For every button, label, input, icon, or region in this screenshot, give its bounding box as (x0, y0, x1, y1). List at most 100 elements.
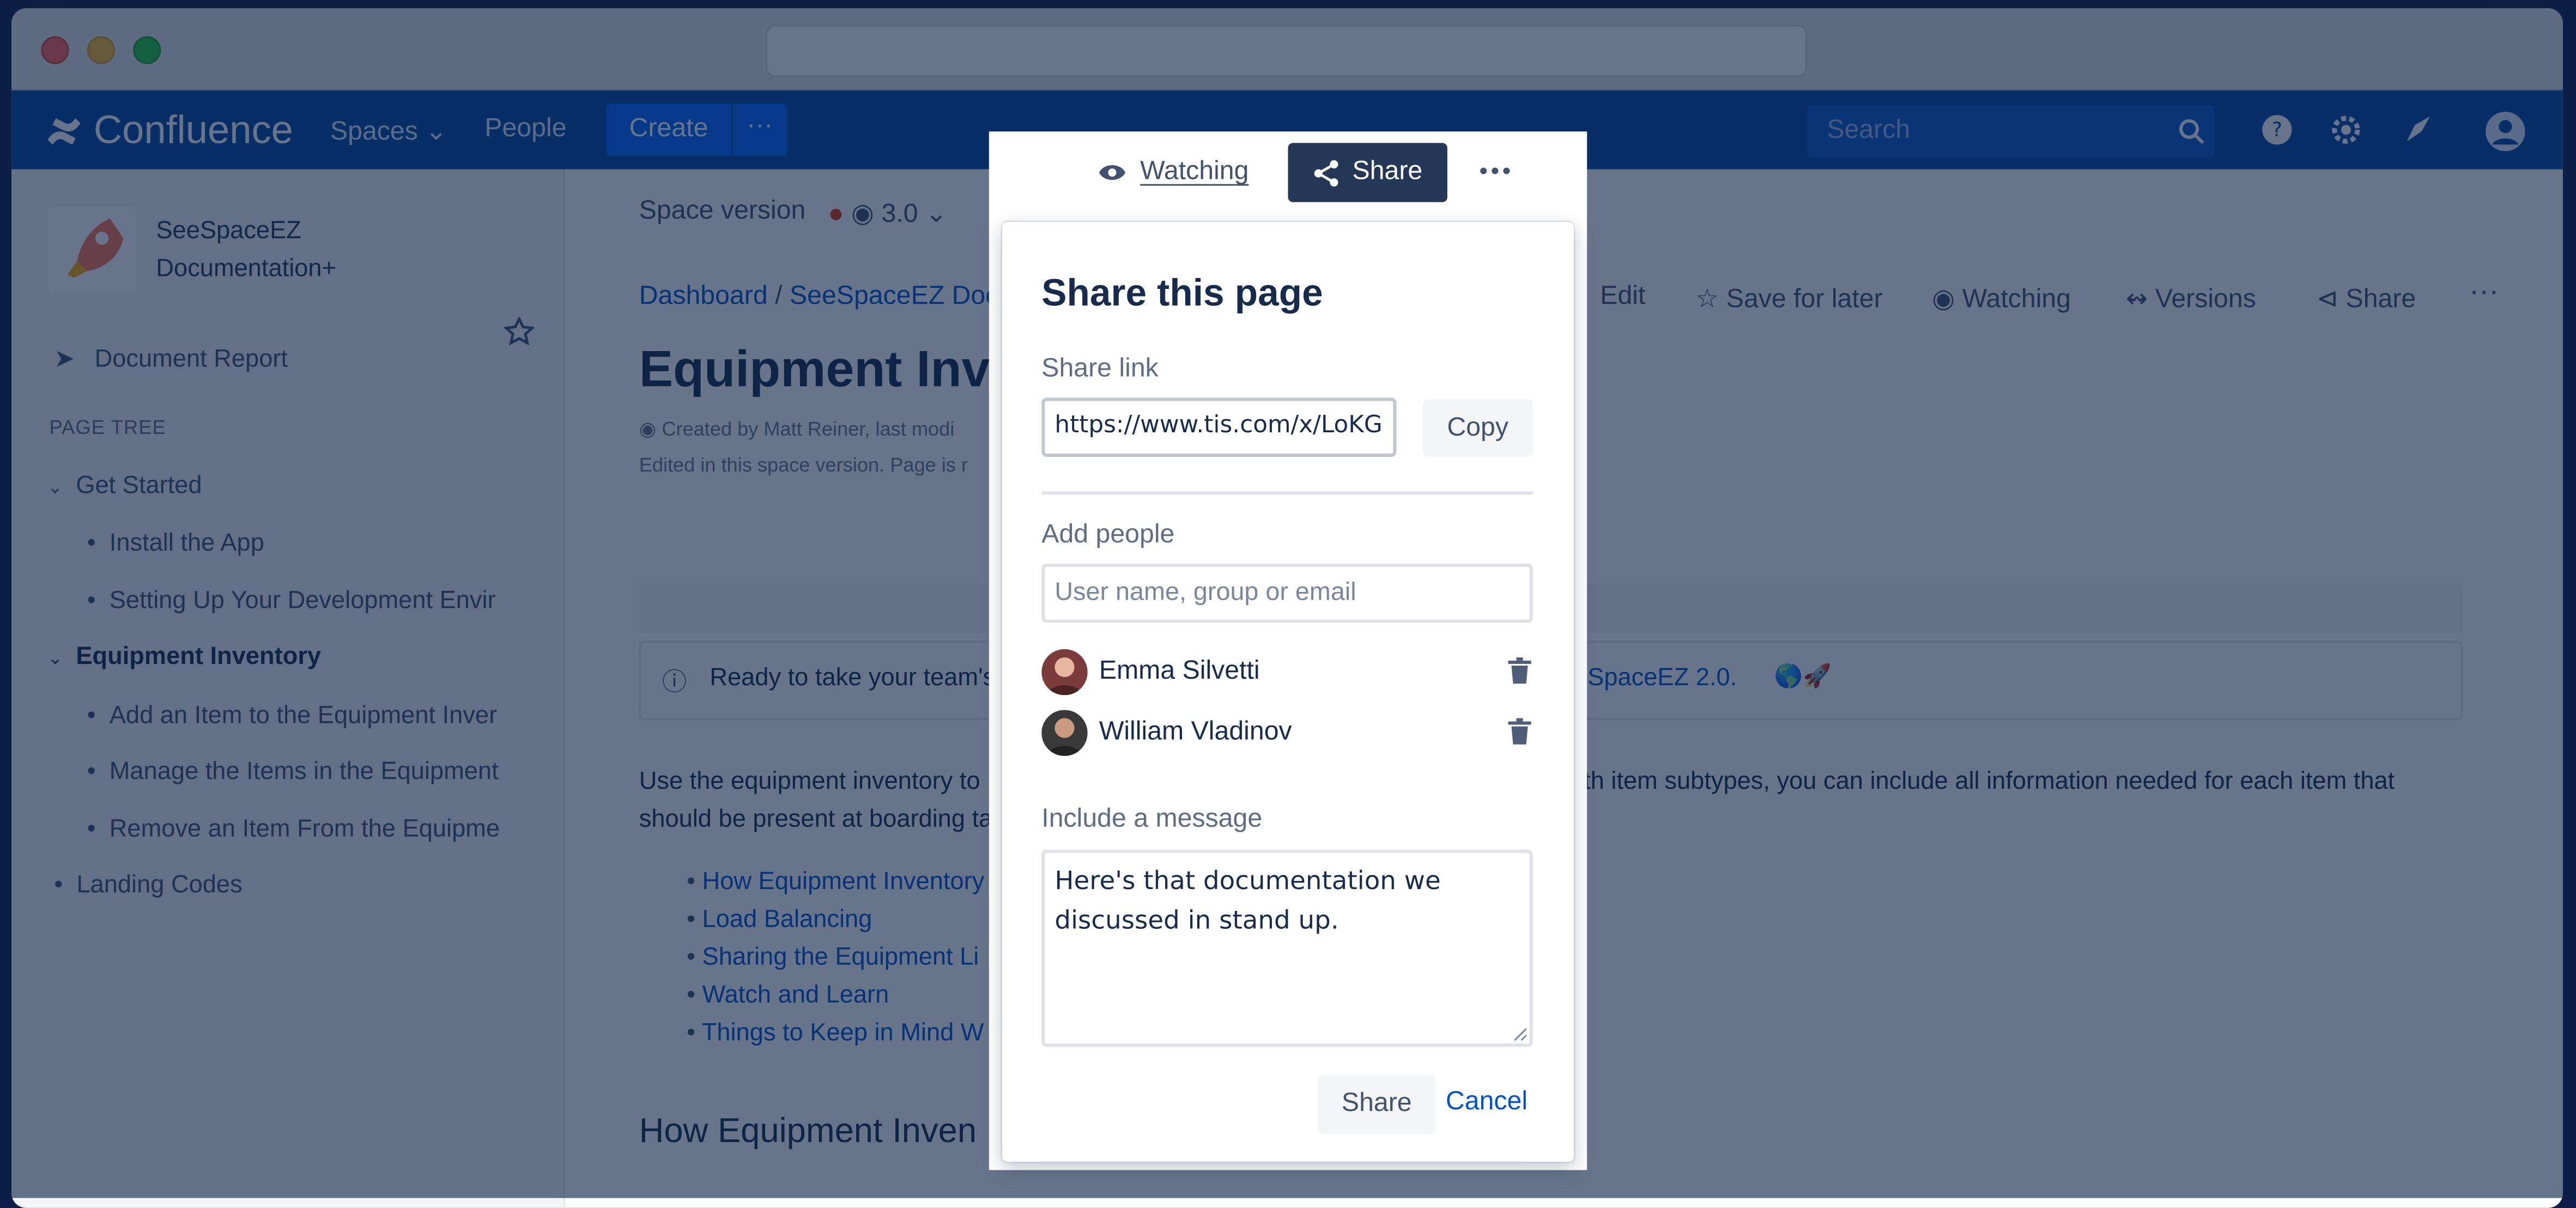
more-actions-button[interactable]: ··· (2469, 274, 2499, 309)
share-submit-button[interactable]: Share (1317, 1074, 1436, 1134)
versions-button[interactable]: ↭ Versions (2126, 283, 2256, 316)
space-title-line1: SeeSpaceEZ (156, 216, 301, 245)
toc-item[interactable]: • How Equipment Inventory (687, 863, 984, 901)
trash-icon[interactable] (1506, 656, 1532, 685)
add-people-input[interactable]: User name, group or email (1041, 564, 1533, 623)
toc-link: Load Balancing (702, 905, 872, 934)
resize-handle-icon[interactable] (1513, 1027, 1528, 1042)
toc-item[interactable]: • Sharing the Equipment Li (687, 938, 984, 976)
share-toggle-button[interactable]: Share (1288, 143, 1447, 202)
tree-item-label: Landing Codes (76, 871, 243, 899)
space-title[interactable]: SeeSpaceEZ Documentation+ (156, 212, 336, 288)
banner-link[interactable]: eSpaceEZ 2.0. (1574, 664, 1737, 692)
chevron-down-icon: ⌄ (47, 649, 63, 669)
tree-item-manage-items[interactable]: • Manage the Items in the Equipment (87, 758, 531, 786)
save-for-later-button[interactable]: ☆ Save for later (1695, 283, 1883, 316)
breadcrumb-dashboard[interactable]: Dashboard (639, 283, 768, 311)
space-logo[interactable] (47, 205, 137, 294)
banner-text: Ready to take your team's (710, 663, 996, 692)
versions-label: Versions (2155, 286, 2256, 314)
versions-icon: ↭ (2125, 286, 2148, 314)
tree-item-setting-up[interactable]: • Setting Up Your Development Envir (87, 587, 531, 614)
document-report-label: Document Report (94, 345, 288, 373)
star-icon[interactable] (504, 317, 534, 347)
watching-page-button[interactable]: ◉ Watching (1932, 283, 2071, 316)
create-button[interactable]: Create ··· (606, 103, 787, 156)
share-link-field[interactable]: https://www.tis.com/x/LoKG (1041, 397, 1397, 457)
cancel-button[interactable]: Cancel (1446, 1088, 1528, 1118)
share-icon (1314, 159, 1338, 186)
document-report-link[interactable]: ➤ Document Report (54, 343, 288, 373)
watching-label: Watching (1140, 158, 1249, 186)
minimize-window-button[interactable] (87, 36, 116, 64)
gear-icon[interactable] (2328, 112, 2364, 148)
avatar (1041, 710, 1088, 756)
star-icon: ☆ (1695, 286, 1719, 314)
menu-icon[interactable] (2499, 202, 2522, 222)
address-bar[interactable] (765, 25, 1808, 77)
space-version-selector[interactable]: ● ◉ 3.0 ⌄ (828, 197, 947, 230)
tree-item-label: Get Started (76, 472, 202, 500)
tree-item-label: Setting Up Your Development Envir (109, 587, 496, 615)
share-link-value: https://www.tis.com/x/LoKG (1054, 412, 1383, 439)
space-version-label: Space version (639, 197, 806, 226)
chevron-down-icon: ⌄ (425, 118, 447, 147)
tree-item-label: Remove an Item From the Equipme (109, 815, 500, 843)
tree-item-get-started[interactable]: ⌄ Get Started (47, 472, 202, 499)
section-heading: How Equipment Inven (639, 1112, 977, 1151)
rocket-icon (67, 218, 124, 278)
share-dialog-title: Share this page (1041, 271, 1323, 314)
message-textarea[interactable]: Here's that documentation we discussed i… (1041, 849, 1533, 1047)
view-icon: ◉ (639, 417, 657, 440)
help-icon[interactable]: ? (2259, 112, 2295, 148)
trash-icon[interactable] (1506, 716, 1532, 746)
share-popup: Watching Share Share this page Share lin… (989, 131, 1587, 1170)
spaces-label: Spaces (330, 118, 418, 147)
watching-button[interactable]: Watching (1088, 144, 1259, 200)
toc-item[interactable]: • Watch and Learn (687, 976, 984, 1014)
svg-text:?: ? (2272, 118, 2282, 141)
search-placeholder: Search (1827, 117, 1911, 145)
invited-person: William Vladinov (1041, 710, 1532, 759)
confluence-logo[interactable]: Confluence (44, 108, 293, 154)
eye-icon: ◉ (851, 200, 875, 229)
tree-item-equipment-inventory[interactable]: ⌄ Equipment Inventory (47, 643, 321, 671)
spaces-menu[interactable]: Spaces ⌄ (330, 115, 447, 148)
report-icon: ➤ (54, 345, 75, 373)
tree-item-label: Add an Item to the Equipment Inver (109, 702, 498, 730)
toc-link: Watch and Learn (702, 981, 889, 1010)
more-options-button[interactable] (1475, 151, 1514, 190)
share-link-label: Share link (1041, 355, 1159, 383)
profile-avatar-icon[interactable] (2486, 111, 2525, 152)
toc-item[interactable]: • Things to Keep in Mind W (687, 1014, 984, 1052)
edit-button[interactable]: Edit (1600, 283, 1645, 312)
notifications-icon[interactable] (2400, 112, 2436, 148)
people-link[interactable]: People (484, 115, 566, 144)
tree-item-add-item[interactable]: • Add an Item to the Equipment Inver (87, 702, 531, 729)
add-people-placeholder: User name, group or email (1054, 578, 1356, 607)
create-more-button[interactable]: ··· (731, 103, 787, 156)
tree-item-label: Equipment Inventory (76, 642, 322, 671)
info-icon: ⓘ (662, 668, 687, 697)
tree-item-label: Install the App (109, 529, 264, 557)
toc-link: Things to Keep in Mind W (701, 1019, 984, 1047)
space-version-value: 3.0 (881, 200, 918, 229)
copy-link-button[interactable]: Copy (1422, 399, 1533, 457)
body-text-end: th item subtypes, you can include all in… (1584, 767, 2395, 796)
close-window-button[interactable] (41, 36, 69, 64)
tree-item-remove-item[interactable]: • Remove an Item From the Equipme (87, 815, 531, 843)
breadcrumb-space[interactable]: SeeSpaceEZ Docu (790, 283, 1013, 311)
zoom-window-button[interactable] (133, 36, 161, 64)
create-label: Create (629, 115, 708, 143)
page-tree-heading: PAGE TREE (49, 415, 167, 439)
tree-item-install-app[interactable]: • Install the App (87, 529, 264, 557)
eye-icon: ◉ (1932, 286, 1955, 314)
page-share-button[interactable]: ⊲ Share (2317, 283, 2416, 316)
chevron-down-icon: ⌄ (47, 478, 63, 498)
toc-item[interactable]: • Load Balancing (687, 901, 984, 938)
logo-text: Confluence (93, 108, 293, 153)
tree-item-landing-codes[interactable]: • Landing Codes (54, 871, 242, 899)
search-input[interactable]: Search (1807, 105, 2215, 158)
message-label: Include a message (1041, 805, 1263, 833)
breadcrumb: Dashboard / SeeSpaceEZ Docu (639, 283, 1013, 312)
